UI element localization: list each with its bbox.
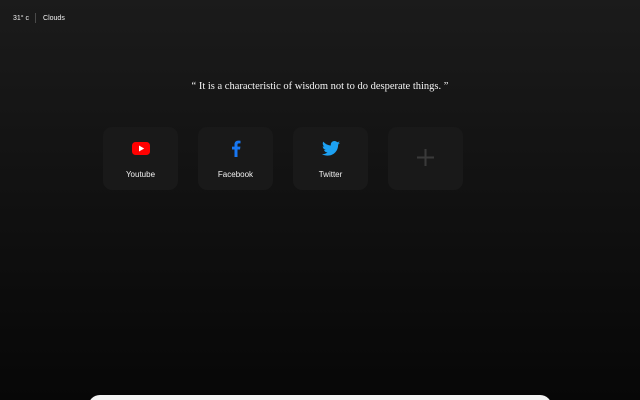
shortcut-youtube[interactable]: Youtube xyxy=(103,127,178,190)
facebook-icon xyxy=(198,140,273,157)
plus-icon xyxy=(388,148,463,166)
add-shortcut-button[interactable] xyxy=(388,127,463,190)
shortcut-twitter[interactable]: Twitter xyxy=(293,127,368,190)
shortcut-label: Youtube xyxy=(125,170,156,179)
shortcut-label: Facebook xyxy=(217,170,254,179)
weather-condition: Clouds xyxy=(43,14,65,22)
twitter-icon xyxy=(293,140,368,156)
youtube-icon xyxy=(103,140,178,156)
shortcut-facebook[interactable]: Facebook xyxy=(198,127,273,190)
shortcut-label: Twitter xyxy=(318,170,343,179)
quote-text: “ It is a characteristic of wisdom not t… xyxy=(191,81,449,92)
weather-temperature: 31° c xyxy=(13,14,30,22)
shortcut-tiles: Youtube Facebook Twitter xyxy=(103,127,463,190)
weather-widget: 31° c Clouds xyxy=(13,12,65,24)
search-bar[interactable] xyxy=(88,395,552,400)
